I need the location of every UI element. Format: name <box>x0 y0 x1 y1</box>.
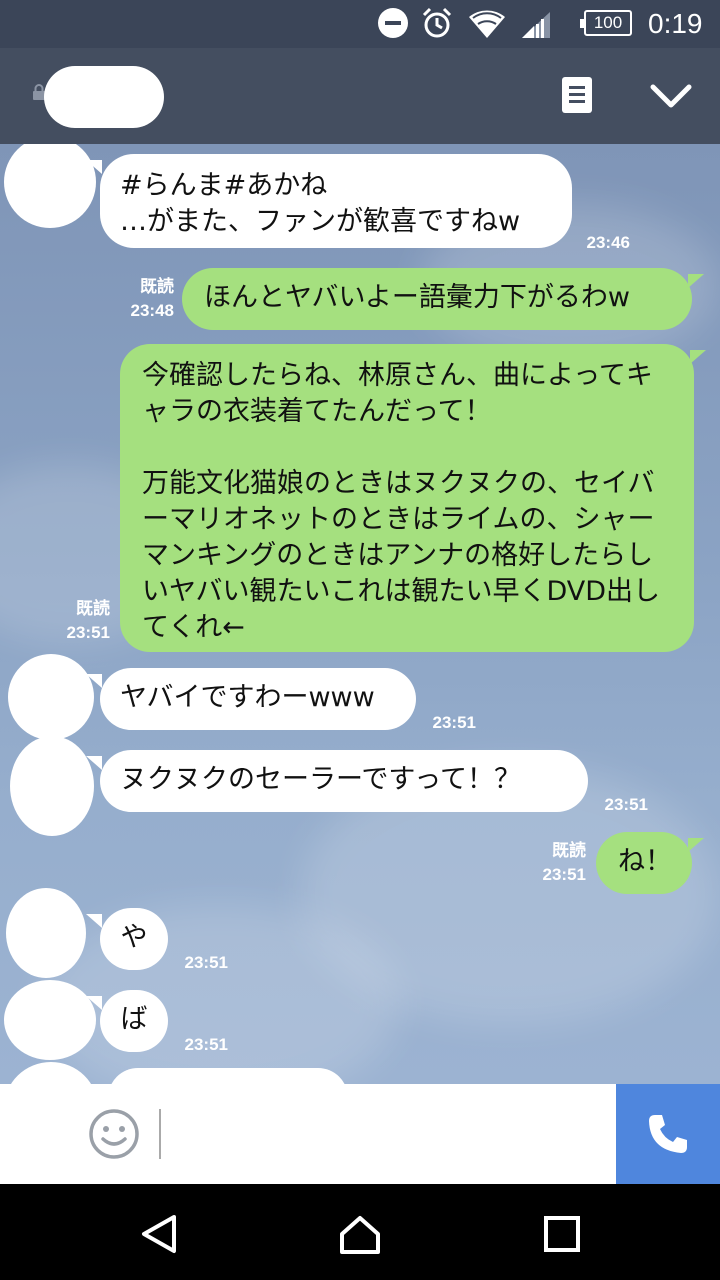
input-bar <box>0 1062 720 1184</box>
signal-icon <box>522 12 550 38</box>
message-text: や <box>120 922 148 953</box>
chevron-down-icon[interactable] <box>650 82 692 110</box>
message-input[interactable] <box>159 1109 161 1159</box>
do-not-disturb-icon <box>378 8 408 38</box>
avatar[interactable] <box>6 888 86 978</box>
read-receipt: 既読 <box>140 277 174 296</box>
avatar[interactable] <box>4 980 96 1060</box>
status-bar: 100 0:19 <box>0 0 720 48</box>
read-receipt: 既読 <box>76 599 110 618</box>
contact-name-redacted <box>44 66 164 128</box>
call-button[interactable] <box>616 1084 720 1184</box>
chat-area[interactable]: #らんま#あかね …がまた、ファンが歓喜ですねw 23:46 既読 23:48 … <box>0 144 720 1084</box>
message-time: 23:51 <box>184 1035 228 1054</box>
message-time: 23:51 <box>184 953 228 972</box>
message-bubble-received[interactable]: ヌクヌクのセーラーですって！？ <box>86 750 588 812</box>
message-text: ほんとヤバいよー語彙力下がるわw <box>204 282 631 313</box>
message-time: 23:48 <box>130 301 174 320</box>
status-time: 0:19 <box>648 8 703 39</box>
home-icon[interactable] <box>338 1212 382 1256</box>
message-time: 23:51 <box>432 713 476 732</box>
read-receipt: 既読 <box>552 841 586 860</box>
back-icon[interactable] <box>138 1212 182 1256</box>
message-text: ヤバイですわーwww <box>120 682 375 713</box>
message-bubble-received[interactable]: や <box>86 908 168 970</box>
avatar[interactable] <box>4 144 96 228</box>
message-time: 23:51 <box>604 795 648 814</box>
avatar[interactable] <box>10 736 94 836</box>
avatar[interactable] <box>8 654 94 740</box>
message-time: 23:51 <box>66 623 110 642</box>
message-bubble-sent[interactable]: ね！ <box>596 832 704 894</box>
message-bubble-received[interactable]: ヤバイですわーwww <box>86 668 416 730</box>
avatar[interactable] <box>4 1062 98 1154</box>
message-time: 23:46 <box>586 233 630 252</box>
recents-icon[interactable] <box>540 1212 584 1256</box>
message-text: ね！ <box>618 846 672 877</box>
battery-icon: 100 <box>580 10 632 36</box>
message-bubble-received[interactable]: ば <box>86 990 168 1052</box>
navigation-bar <box>0 1184 720 1280</box>
message-text: ヌクヌクのセーラーですって！？ <box>120 764 521 795</box>
message-time: 23:51 <box>542 865 586 884</box>
wifi-icon <box>469 10 505 38</box>
message-bubble-received[interactable] <box>108 1068 348 1084</box>
alarm-icon <box>422 7 452 38</box>
message-bubble-received[interactable]: #らんま#あかね …がまた、ファンが歓喜ですねw <box>86 154 572 248</box>
message-bubble-sent[interactable]: 今確認したらね、林原さん、曲によってキャラの衣装着てたんだって！ 万能文化猫娘の… <box>120 344 706 652</box>
emoji-icon[interactable] <box>88 1108 140 1160</box>
menu-icon[interactable] <box>562 77 592 113</box>
chat-header <box>0 48 720 144</box>
message-text: 今確認したらね、林原さん、曲によってキャラの衣装着てたんだって！ 万能文化猫娘の… <box>142 360 661 643</box>
message-text: ば <box>120 1004 148 1035</box>
message-text: #らんま#あかね …がまた、ファンが歓喜ですねw <box>120 170 521 237</box>
phone-icon <box>649 1115 687 1153</box>
message-bubble-sent[interactable]: ほんとヤバいよー語彙力下がるわw <box>182 268 704 330</box>
